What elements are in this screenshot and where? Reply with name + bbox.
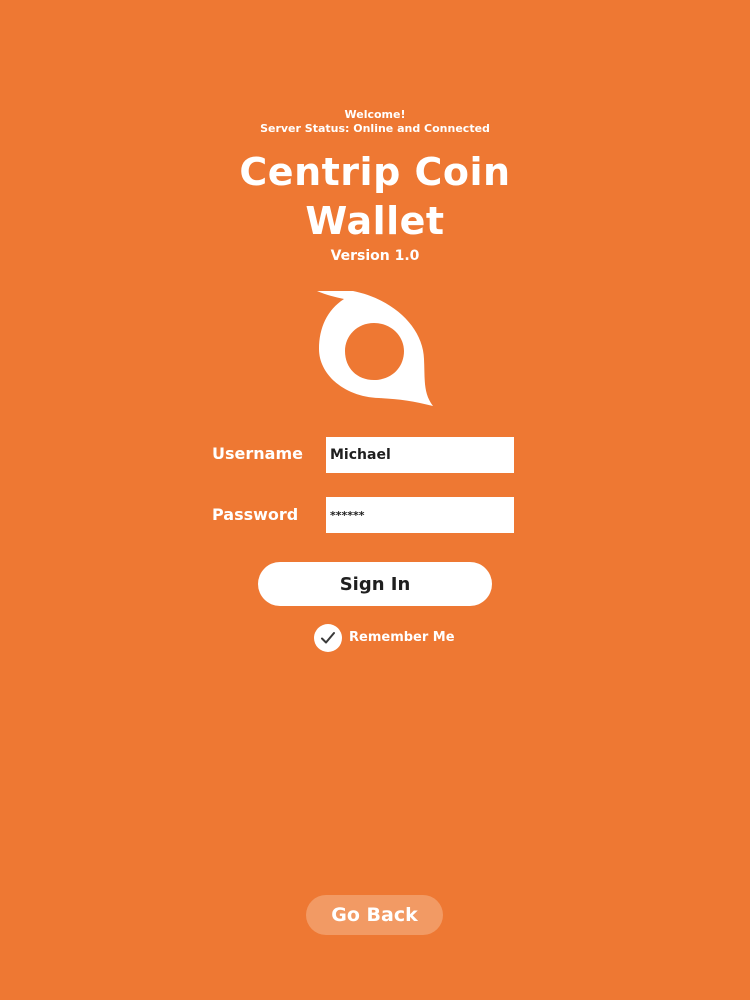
remember-me-label: Remember Me	[349, 630, 455, 645]
remember-me-toggle[interactable]: Remember Me	[314, 624, 455, 652]
sign-in-button[interactable]: Sign In	[258, 562, 492, 606]
username-label: Username	[212, 444, 303, 463]
password-label: Password	[212, 505, 299, 524]
server-status-text: Server Status: Online and Connected	[260, 122, 490, 135]
app-title-line-1: Centrip Coin	[239, 150, 511, 194]
app-title-line-2: Wallet	[305, 199, 445, 243]
go-back-button[interactable]: Go Back	[306, 895, 443, 935]
version-text: Version 1.0	[330, 248, 420, 264]
welcome-text: Welcome!	[344, 108, 406, 121]
remember-me-checkbox[interactable]	[314, 624, 342, 652]
app-title: Centrip Coin Wallet	[0, 148, 750, 246]
wallet-login-screen: Welcome! Server Status: Online and Conne…	[0, 0, 750, 1000]
centrip-coin-logo-icon	[317, 291, 433, 406]
username-input[interactable]	[326, 437, 514, 473]
header-status: Welcome! Server Status: Online and Conne…	[0, 108, 750, 136]
password-input[interactable]	[326, 497, 514, 533]
checkmark-icon	[321, 632, 335, 644]
